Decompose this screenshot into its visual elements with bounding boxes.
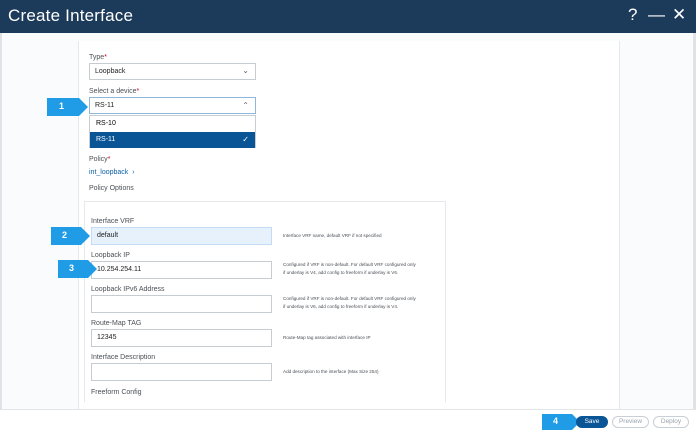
loopback-ipv6-help: Configured if VRF is non-default. For de… (283, 296, 416, 309)
route-map-tag-input[interactable]: 12345 (91, 329, 272, 347)
interface-description-label: Interface Description (91, 354, 156, 361)
chevron-down-icon: ⌄ (242, 66, 249, 75)
help-icon[interactable]: ? (628, 5, 637, 25)
window-title: Create Interface (8, 6, 134, 25)
deploy-button[interactable]: Deploy (653, 416, 689, 428)
callout-3: 3 (58, 260, 97, 278)
type-select-value: Loopback (95, 68, 126, 75)
preview-button[interactable]: Preview (612, 416, 649, 428)
route-map-tag-help: Route-Map tag associated with interface … (283, 335, 371, 340)
interface-vrf-input[interactable]: default (91, 227, 272, 245)
device-select[interactable]: RS-11 ⌃ (89, 97, 256, 114)
chevron-up-icon: ⌃ (242, 101, 249, 110)
device-option-rs-11[interactable]: RS-11 ✓ (90, 132, 255, 148)
interface-description-input[interactable] (91, 363, 272, 381)
loopback-ipv6-input[interactable] (91, 295, 272, 313)
callout-2: 2 (51, 227, 90, 245)
window-titlebar: Create Interface ? — ✕ (0, 0, 696, 33)
loopback-ip-input[interactable]: 10.254.254.11 (91, 261, 272, 279)
loopback-ipv6-label: Loopback IPv6 Address (91, 286, 165, 293)
save-button[interactable]: Save (576, 416, 608, 428)
device-dropdown: RS-10 RS-11 ✓ (89, 115, 256, 148)
policy-link[interactable]: int_loopback › (89, 169, 135, 176)
interface-description-help: Add description to the interface (Max Si… (283, 369, 379, 374)
minimize-icon[interactable]: — (648, 5, 665, 25)
close-icon[interactable]: ✕ (672, 5, 686, 25)
callout-4: 4 (542, 414, 580, 430)
loopback-ip-label: Loopback IP (91, 252, 130, 259)
chevron-right-icon: › (132, 169, 135, 176)
route-map-tag-label: Route-Map TAG (91, 320, 142, 327)
device-select-value: RS-11 (95, 102, 115, 109)
interface-vrf-label: Interface VRF (91, 218, 135, 225)
interface-vrf-help: Interface VRF name, default VRF if not s… (283, 233, 382, 238)
callout-1: 1 (47, 98, 88, 116)
loopback-ip-help: Configured if VRF is non-default. For de… (283, 262, 416, 275)
freeform-config-label: Freeform Config (91, 389, 142, 396)
device-label: Select a device* (89, 88, 140, 95)
device-option-rs-10[interactable]: RS-10 (90, 116, 255, 132)
policy-label: Policy* (89, 156, 111, 163)
policy-options-heading: Policy Options (89, 185, 134, 192)
checkmark-icon: ✓ (242, 135, 249, 144)
type-label: Type* (89, 54, 107, 61)
type-select[interactable]: Loopback ⌄ (89, 63, 256, 80)
